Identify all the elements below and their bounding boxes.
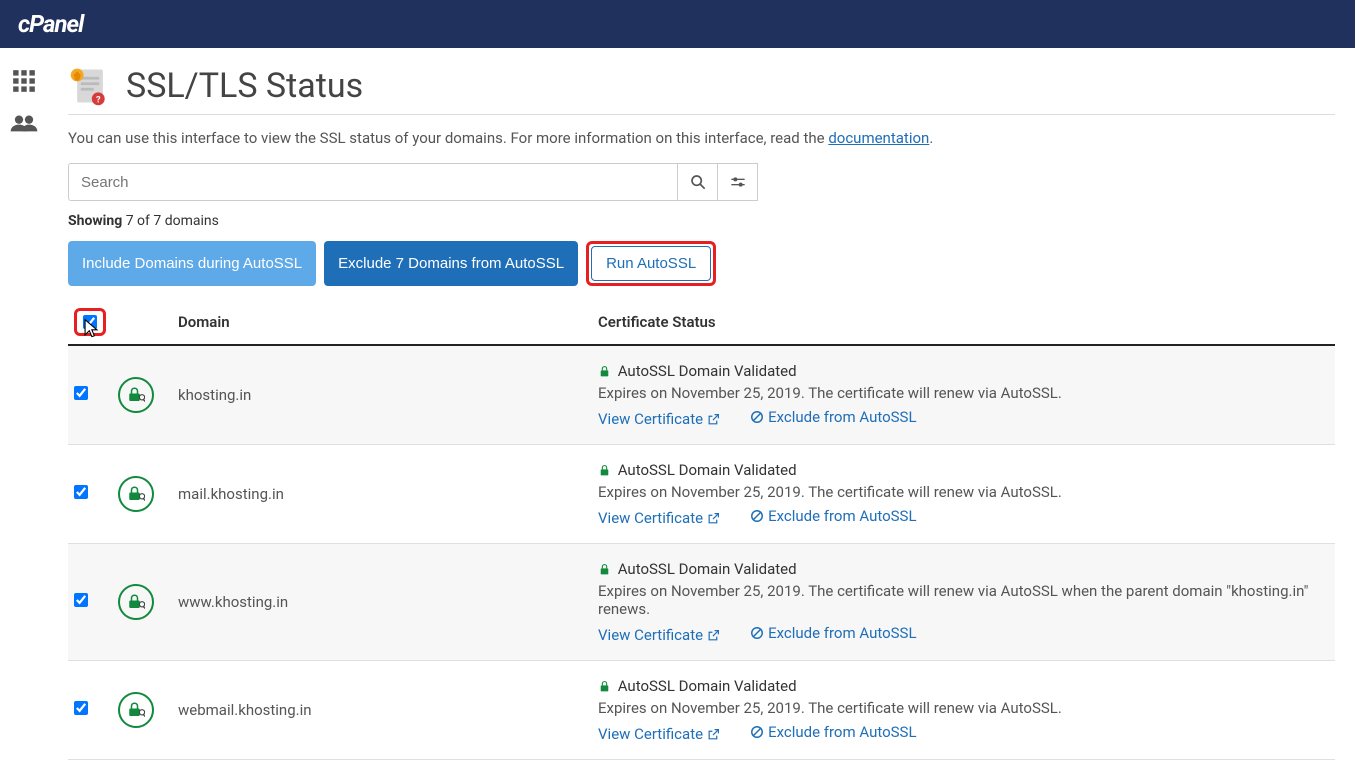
domain-name: webmail.khosting.in [172, 661, 592, 760]
run-autossl-highlight: Run AutoSSL [586, 241, 716, 286]
topbar: Panel [0, 0, 1355, 48]
row-checkbox[interactable] [74, 485, 88, 499]
include-domains-button[interactable]: Include Domains during AutoSSL [68, 241, 316, 286]
domain-name: khosting.in [172, 345, 592, 445]
row-checkbox[interactable] [74, 386, 88, 400]
nav-users-icon[interactable] [0, 102, 48, 144]
row-checkbox[interactable] [74, 593, 88, 607]
select-all-checkbox[interactable] [83, 315, 97, 329]
table-row: www.khosting.in AutoSSL Domain Validated… [68, 544, 1335, 661]
exclude-from-autossl-link[interactable]: Exclude from AutoSSL [750, 507, 916, 525]
page-title: SSL/TLS Status [126, 66, 363, 106]
expires-text: Expires on November 25, 2019. The certif… [598, 699, 1329, 717]
content-area: ? SSL/TLS Status You can use this interf… [48, 48, 1355, 776]
showing-count: Showing 7 of 7 domains [68, 213, 1335, 229]
settings-button[interactable] [718, 163, 758, 201]
domains-table: Domain Certificate Status khosting.in Au… [68, 300, 1335, 760]
search-input[interactable] [68, 163, 678, 201]
table-row: webmail.khosting.in AutoSSL Domain Valid… [68, 661, 1335, 760]
ssl-status-page-icon: ? [68, 64, 112, 108]
expires-text: Expires on November 25, 2019. The certif… [598, 483, 1329, 501]
lock-status-icon [118, 377, 154, 413]
search-button[interactable] [678, 163, 718, 201]
intro-text: You can use this interface to view the S… [68, 129, 1335, 147]
table-row: khosting.in AutoSSL Domain Validated Expi… [68, 345, 1335, 445]
exclude-from-autossl-link[interactable]: Exclude from AutoSSL [750, 624, 916, 642]
expires-text: Expires on November 25, 2019. The certif… [598, 384, 1329, 402]
validated-status: AutoSSL Domain Validated [598, 362, 1329, 380]
run-autossl-button[interactable]: Run AutoSSL [591, 246, 711, 281]
status-column-header[interactable]: Certificate Status [592, 300, 1335, 345]
domain-name: mail.khosting.in [172, 445, 592, 544]
select-all-highlight [74, 308, 106, 336]
expires-text: Expires on November 25, 2019. The certif… [598, 582, 1329, 618]
exclude-from-autossl-link[interactable]: Exclude from AutoSSL [750, 408, 916, 426]
view-certificate-link[interactable]: View Certificate [598, 725, 720, 743]
exclude-from-autossl-link[interactable]: Exclude from AutoSSL [750, 723, 916, 741]
domain-name: www.khosting.in [172, 544, 592, 661]
nav-apps-icon[interactable] [0, 60, 48, 102]
lock-status-icon [118, 692, 154, 728]
lock-status-icon [118, 476, 154, 512]
left-nav [0, 48, 48, 776]
select-all-header [68, 300, 112, 345]
view-certificate-link[interactable]: View Certificate [598, 509, 720, 527]
validated-status: AutoSSL Domain Validated [598, 677, 1329, 695]
validated-status: AutoSSL Domain Validated [598, 461, 1329, 479]
action-buttons: Include Domains during AutoSSL Exclude 7… [68, 241, 1335, 286]
validated-status: AutoSSL Domain Validated [598, 560, 1329, 578]
view-certificate-link[interactable]: View Certificate [598, 410, 720, 428]
domain-column-header[interactable]: Domain [172, 300, 592, 345]
cpanel-logo: Panel [18, 10, 83, 38]
view-certificate-link[interactable]: View Certificate [598, 626, 720, 644]
lock-status-icon [118, 584, 154, 620]
exclude-domains-button[interactable]: Exclude 7 Domains from AutoSSL [324, 241, 578, 286]
svg-text:?: ? [96, 96, 101, 106]
documentation-link[interactable]: documentation [828, 129, 929, 147]
table-row: mail.khosting.in AutoSSL Domain Validate… [68, 445, 1335, 544]
search-row [68, 163, 1335, 201]
row-checkbox[interactable] [74, 701, 88, 715]
